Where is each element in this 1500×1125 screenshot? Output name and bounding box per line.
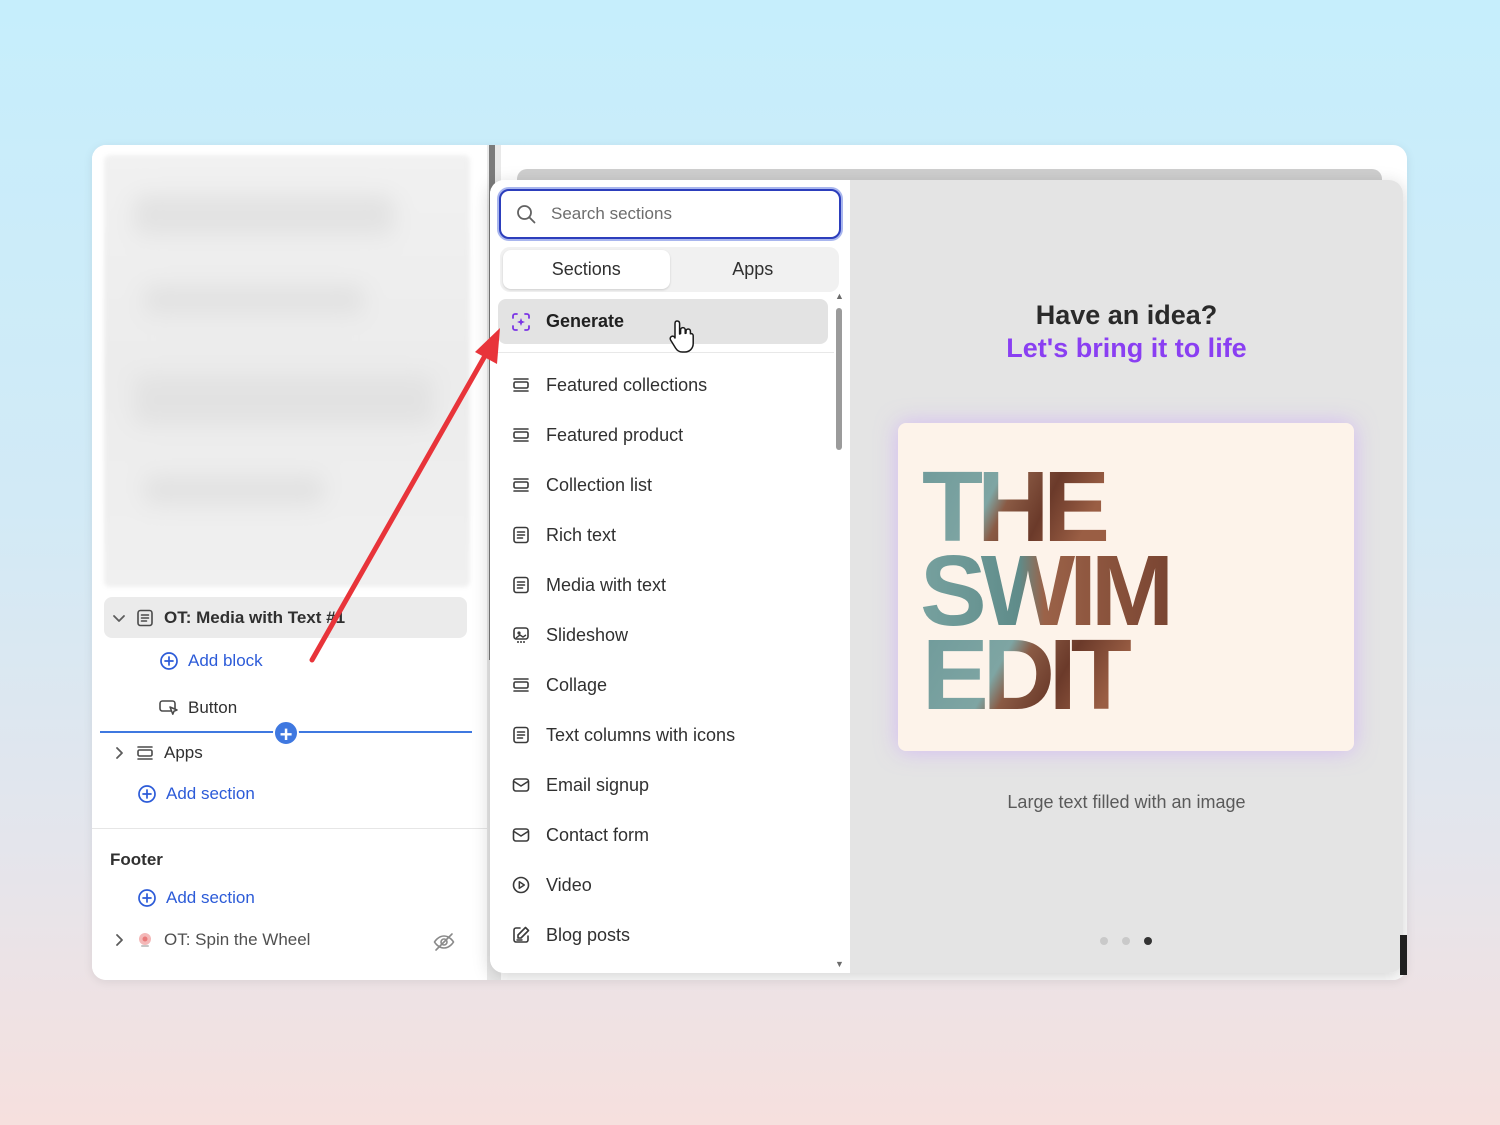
add-block-button[interactable]: Add block [158,650,263,672]
layout-rows-icon [134,742,156,764]
preview-subtitle: Let's bring it to life [1006,333,1247,363]
plus-circle-icon [136,887,158,909]
section-option-slideshow[interactable]: Slideshow [498,610,828,660]
sidebar-divider [92,828,487,829]
hand-pointer-icon [669,320,694,353]
section-option-label: Contact form [546,824,650,845]
list-scrollbar[interactable]: ▲ ▼ [833,292,845,969]
layout-rows-icon [510,424,532,446]
add-section-popover: Sections Apps Generate Featured collecti… [490,180,1403,973]
layout-rows-icon [510,674,532,696]
carousel-dot[interactable] [1122,937,1130,945]
section-option-label: Collage [546,674,608,695]
section-option-collection-list[interactable]: Collection list [498,460,828,510]
section-picker: Sections Apps Generate Featured collecti… [490,180,850,973]
envelope-icon [510,824,532,846]
section-option-contact-form[interactable]: Contact form [498,810,828,860]
preview-caption: Large text filled with an image [1007,792,1246,812]
chevron-right-icon[interactable] [112,933,126,947]
section-item-media-with-text[interactable]: OT: Media with Text #1 [104,597,467,638]
section-item-label: Apps [164,743,203,762]
image-filled-text-illustration: THE SWIM EDIT [920,451,1174,731]
add-section-label: Add section [166,784,255,803]
text-block-icon [510,724,532,746]
search-icon [515,203,537,225]
add-section-button[interactable]: Add section [136,783,255,805]
section-option-featured-product[interactable]: Featured product [498,410,828,460]
section-option-rich-text[interactable]: Rich text [498,510,828,560]
insert-section-plus-icon[interactable]: + [273,720,299,747]
slideshow-icon [510,624,532,646]
section-option-label: Featured collections [546,374,708,395]
picker-tabs: Sections Apps [500,247,839,292]
section-option-media-with-text[interactable]: Media with text [498,560,828,610]
section-item-apps[interactable]: Apps [112,742,203,764]
block-item-button[interactable]: Button [158,697,237,719]
section-option-video[interactable]: Video [498,860,828,910]
generate-label: Generate [546,311,625,331]
section-list: Featured collections Featured product Coll… [498,360,828,960]
wheel-app-icon [134,929,156,951]
section-option-label: Featured product [546,424,684,445]
edit-note-icon [510,924,532,946]
carousel-dots [1100,937,1152,945]
tab-apps[interactable]: Apps [670,250,837,289]
section-option-label: Slideshow [546,624,629,645]
eye-off-icon[interactable] [432,930,456,954]
text-block-icon [134,607,156,629]
blurred-content [104,155,470,587]
text-block-icon [510,574,532,596]
section-option-blog-posts[interactable]: Blog posts [498,910,828,960]
section-option-label: Text columns with icons [546,724,736,745]
plus-circle-icon [158,650,180,672]
section-item-label: OT: Spin the Wheel [164,930,311,949]
layout-rows-icon [510,474,532,496]
preview-image-card: THE SWIM EDIT [898,423,1354,751]
section-option-label: Email signup [546,774,650,795]
section-option-label: Rich text [546,524,617,545]
editor-window: OT: Media with Text #1 Add block Button … [92,145,1407,980]
window-edge [1400,935,1407,975]
section-option-label: Collection list [546,474,653,495]
footer-add-section-button[interactable]: Add section [136,887,255,909]
section-option-label: Video [546,874,592,895]
tab-sections[interactable]: Sections [503,250,670,289]
section-option-label: Media with text [546,574,667,595]
preview-title: Have an idea? [1035,300,1218,330]
envelope-icon [510,774,532,796]
list-separator [498,352,834,353]
layout-rows-icon [510,374,532,396]
carousel-dot-active[interactable] [1144,937,1152,945]
section-option-text-columns-with-icons[interactable]: Text columns with icons [498,710,828,760]
carousel-dot[interactable] [1100,937,1108,945]
scrollbar-thumb[interactable] [836,308,842,450]
section-preview: Have an idea? Let's bring it to life THE… [850,180,1403,973]
generate-option[interactable]: Generate [498,299,828,344]
block-item-label: Button [188,698,238,717]
section-option-featured-collections[interactable]: Featured collections [498,360,828,410]
sparkle-frame-icon [510,311,532,333]
image-text-line-3: EDIT [922,619,1132,731]
section-item-label: OT: Media with Text #1 [164,607,346,627]
theme-sidebar: OT: Media with Text #1 Add block Button … [92,145,487,980]
section-option-label: Blog posts [546,924,631,945]
section-option-collage[interactable]: Collage [498,660,828,710]
section-option-email-signup[interactable]: Email signup [498,760,828,810]
cursor-click-icon [158,697,180,719]
add-section-label: Add section [166,888,255,907]
add-block-label: Add block [188,651,263,670]
search-field[interactable] [499,189,841,239]
chevron-down-icon[interactable] [112,611,126,625]
section-item-spin-wheel[interactable]: OT: Spin the Wheel [112,929,310,951]
play-icon [510,874,532,896]
search-input[interactable] [551,204,811,224]
footer-group-title: Footer [110,850,163,869]
chevron-right-icon[interactable] [112,746,126,760]
plus-circle-icon [136,783,158,805]
text-block-icon [510,524,532,546]
